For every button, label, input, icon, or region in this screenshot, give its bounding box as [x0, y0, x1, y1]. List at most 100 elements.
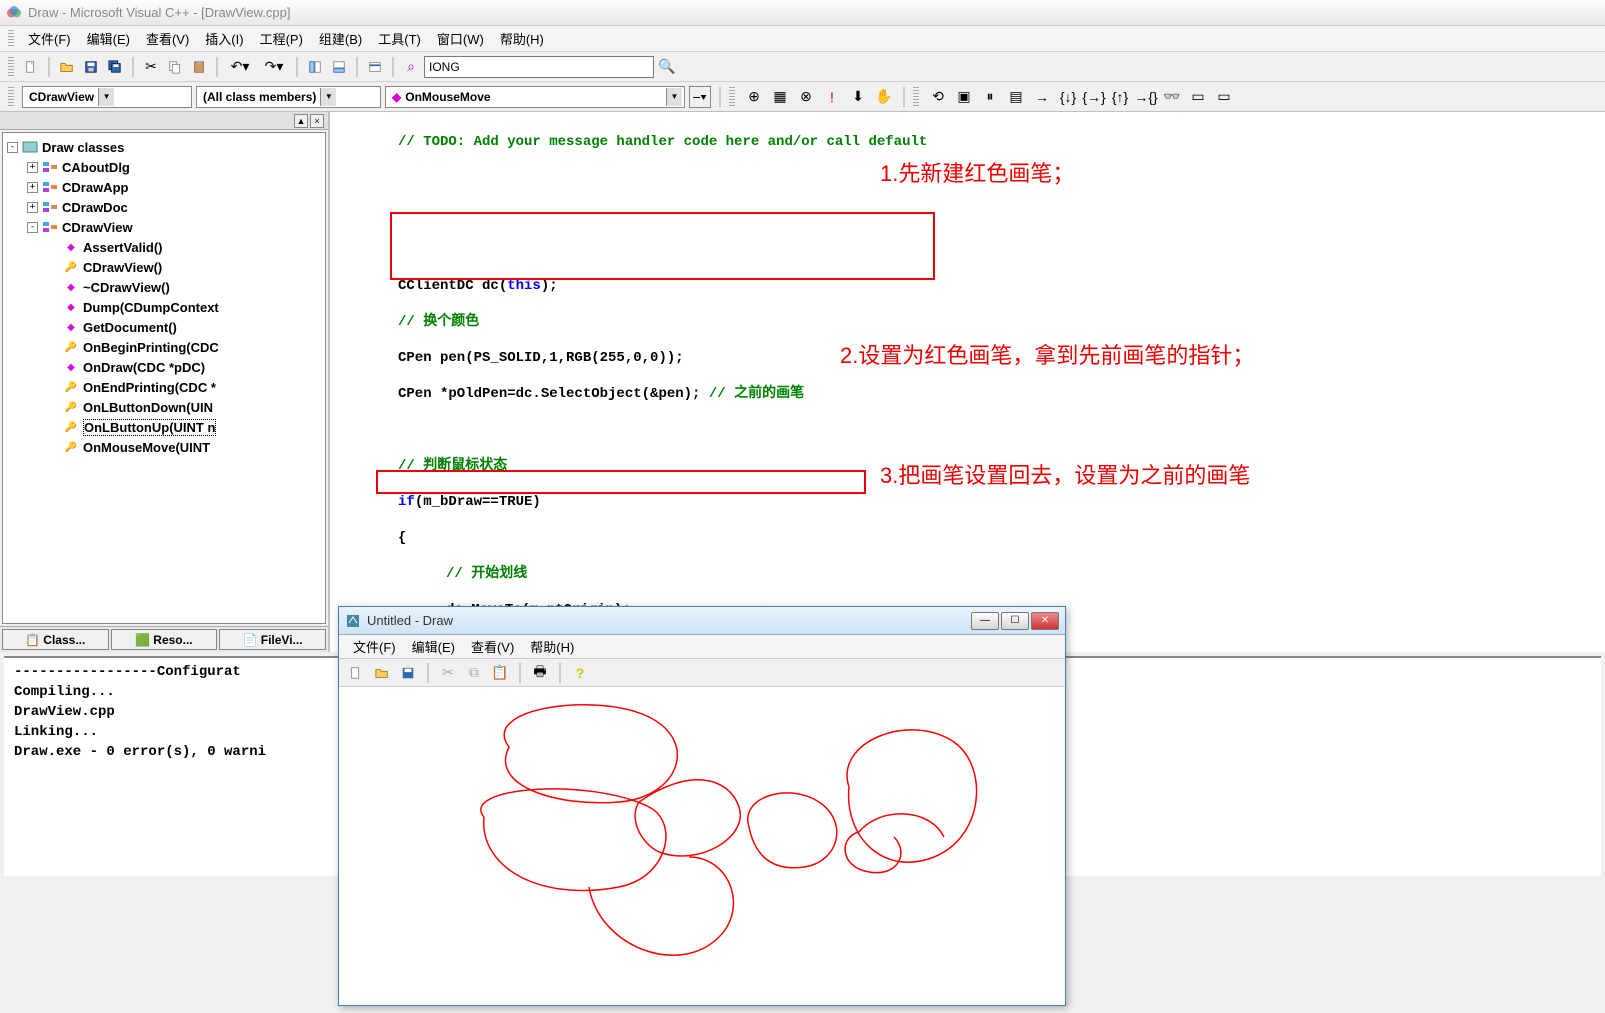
- child-print-button[interactable]: 🖶: [529, 662, 551, 684]
- expander-icon[interactable]: +: [27, 182, 38, 193]
- redo-button[interactable]: ↷▾: [258, 56, 290, 78]
- child-new-button[interactable]: [345, 662, 367, 684]
- child-menu-help[interactable]: 帮助(H): [522, 635, 582, 658]
- class-tree[interactable]: - Draw classes + CAboutDlg + CDrawApp: [2, 132, 326, 624]
- maximize-button[interactable]: ☐: [1001, 612, 1029, 630]
- tree-member[interactable]: 🔑CDrawView(): [3, 257, 325, 277]
- child-menu-file[interactable]: 文件(F): [345, 635, 404, 658]
- tree-root[interactable]: - Draw classes: [3, 137, 325, 157]
- child-canvas[interactable]: [339, 687, 1065, 1005]
- save-button[interactable]: [80, 56, 102, 78]
- toolbar-grip[interactable]: [729, 87, 735, 107]
- code-editor[interactable]: // TODO: Add your message handler code h…: [330, 112, 1605, 652]
- expander-icon[interactable]: +: [27, 162, 38, 173]
- menu-file[interactable]: 文件(F): [20, 27, 79, 50]
- tab-fileview[interactable]: 📄FileVi...: [219, 629, 326, 650]
- tree-class[interactable]: + CDrawDoc: [3, 197, 325, 217]
- step-over-button[interactable]: {→}: [1083, 86, 1105, 108]
- tree-member[interactable]: 🔑OnMouseMove(UINT: [3, 437, 325, 457]
- watch-button[interactable]: ▭: [1187, 86, 1209, 108]
- expander-icon[interactable]: +: [27, 202, 38, 213]
- expander-icon[interactable]: -: [7, 142, 18, 153]
- quickwatch-button[interactable]: 👓: [1161, 86, 1183, 108]
- run-to-cursor-button[interactable]: →{}: [1135, 86, 1157, 108]
- child-about-button[interactable]: ?: [569, 662, 591, 684]
- restart-button[interactable]: ⟲: [927, 86, 949, 108]
- tree-class[interactable]: - CDrawView: [3, 217, 325, 237]
- tree-member[interactable]: 🔑OnEndPrinting(CDC *: [3, 377, 325, 397]
- save-all-button[interactable]: [104, 56, 126, 78]
- tree-member[interactable]: ◆OnDraw(CDC *pDC): [3, 357, 325, 377]
- menu-insert[interactable]: 插入(I): [197, 27, 251, 50]
- tree-class[interactable]: + CAboutDlg: [3, 157, 325, 177]
- build-button[interactable]: ▦: [769, 86, 791, 108]
- paste-button[interactable]: [188, 56, 210, 78]
- filter-dropdown[interactable]: (All class members) ▼: [196, 86, 381, 108]
- dropdown-arrow-icon[interactable]: ▼: [666, 88, 682, 106]
- cut-button[interactable]: ✂: [140, 56, 162, 78]
- find-button[interactable]: 🔍: [656, 56, 678, 78]
- dropdown-arrow-icon[interactable]: ▼: [98, 88, 114, 106]
- step-out-button[interactable]: {↑}: [1109, 86, 1131, 108]
- undo-button[interactable]: ↶▾: [224, 56, 256, 78]
- stop-build-button[interactable]: ⊗: [795, 86, 817, 108]
- class-dropdown[interactable]: CDrawView ▼: [22, 86, 192, 108]
- find-combo[interactable]: [424, 56, 654, 78]
- child-open-button[interactable]: [371, 662, 393, 684]
- child-menu-edit[interactable]: 编辑(E): [404, 635, 463, 658]
- break-button[interactable]: ⏸: [979, 86, 1001, 108]
- workspace-button[interactable]: [304, 56, 326, 78]
- tree-member[interactable]: ◆GetDocument(): [3, 317, 325, 337]
- breakpoint-button[interactable]: ✋: [873, 86, 895, 108]
- member-dropdown[interactable]: ◆ OnMouseMove ▼: [385, 86, 685, 108]
- child-titlebar[interactable]: Untitled - Draw — ☐ ✕: [339, 607, 1065, 635]
- child-paste-button[interactable]: 📋: [489, 662, 511, 684]
- apply-button[interactable]: ▤: [1005, 86, 1027, 108]
- tree-class[interactable]: + CDrawApp: [3, 177, 325, 197]
- output-button[interactable]: [328, 56, 350, 78]
- tab-classview[interactable]: 📋Class...: [2, 629, 109, 650]
- toolbar-grip[interactable]: [8, 57, 14, 77]
- menu-help[interactable]: 帮助(H): [492, 27, 552, 50]
- menu-build[interactable]: 组建(B): [311, 27, 370, 50]
- panel-close-button[interactable]: ×: [310, 114, 324, 128]
- window-list-button[interactable]: [364, 56, 386, 78]
- child-menu-view[interactable]: 查看(V): [463, 635, 522, 658]
- tree-member[interactable]: ◆AssertValid(): [3, 237, 325, 257]
- actions-button[interactable]: ⎯▾: [689, 86, 711, 108]
- tree-member[interactable]: 🔑OnBeginPrinting(CDC: [3, 337, 325, 357]
- menubar-grip[interactable]: [8, 30, 14, 48]
- tree-member[interactable]: ◆Dump(CDumpContext: [3, 297, 325, 317]
- next-statement-button[interactable]: →: [1031, 86, 1053, 108]
- new-file-button[interactable]: [20, 56, 42, 78]
- open-button[interactable]: [56, 56, 78, 78]
- toolbar-grip[interactable]: [913, 87, 919, 107]
- copy-button[interactable]: [164, 56, 186, 78]
- tree-member[interactable]: ◆~CDrawView(): [3, 277, 325, 297]
- tree-member[interactable]: 🔑OnLButtonUp(UINT n: [3, 417, 325, 437]
- dropdown-arrow-icon[interactable]: ▼: [320, 88, 336, 106]
- tree-member[interactable]: 🔑OnLButtonDown(UIN: [3, 397, 325, 417]
- expander-icon[interactable]: -: [27, 222, 38, 233]
- menu-tools[interactable]: 工具(T): [370, 27, 429, 50]
- variables-button[interactable]: ▭: [1213, 86, 1235, 108]
- child-copy-button[interactable]: ⧉: [463, 662, 485, 684]
- child-cut-button[interactable]: ✂: [437, 662, 459, 684]
- minimize-button[interactable]: —: [971, 612, 999, 630]
- menu-edit[interactable]: 编辑(E): [79, 27, 138, 50]
- menu-window[interactable]: 窗口(W): [429, 27, 492, 50]
- toolbar-grip[interactable]: [8, 87, 14, 107]
- close-button[interactable]: ✕: [1031, 612, 1059, 630]
- panel-pin-button[interactable]: ▲: [294, 114, 308, 128]
- step-into-button[interactable]: {↓}: [1057, 86, 1079, 108]
- menu-view[interactable]: 查看(V): [138, 27, 197, 50]
- go-button[interactable]: ⬇: [847, 86, 869, 108]
- stop-debug-button[interactable]: ▣: [953, 86, 975, 108]
- tab-resourceview[interactable]: 🟩Reso...: [111, 629, 218, 650]
- menu-project[interactable]: 工程(P): [252, 27, 311, 50]
- execute-button[interactable]: !: [821, 86, 843, 108]
- child-window-draw[interactable]: Untitled - Draw — ☐ ✕ 文件(F) 编辑(E) 查看(V) …: [338, 606, 1066, 1006]
- child-save-button[interactable]: [397, 662, 419, 684]
- compile-button[interactable]: ⊕: [743, 86, 765, 108]
- find-in-files-button[interactable]: ⌕: [400, 56, 422, 78]
